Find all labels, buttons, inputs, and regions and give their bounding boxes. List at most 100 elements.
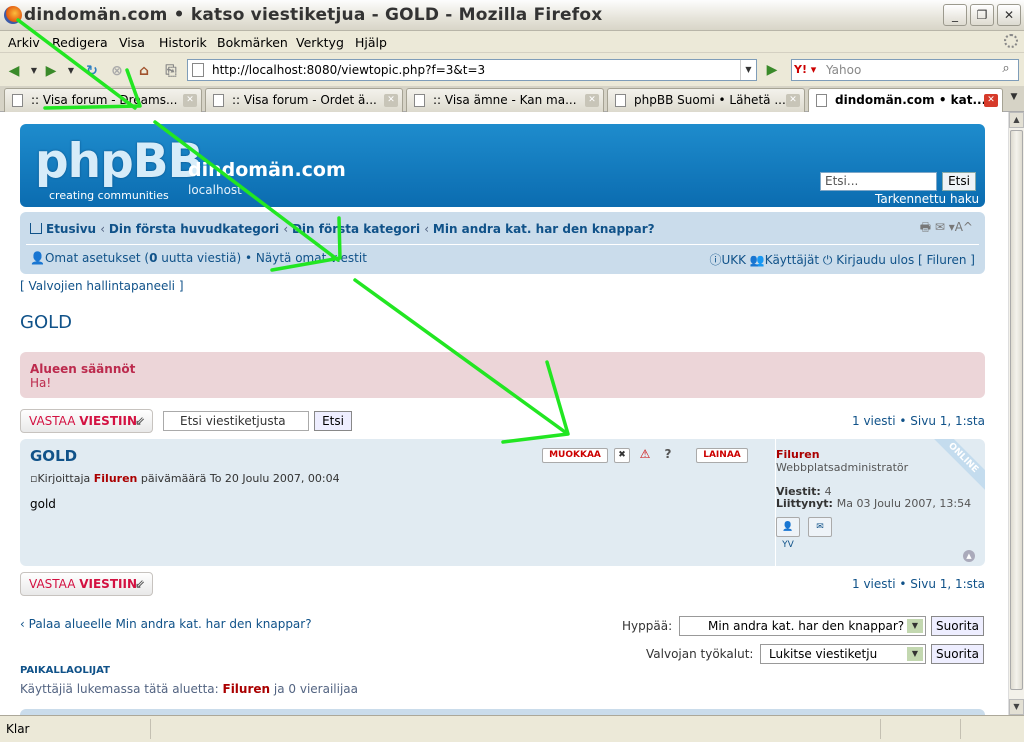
tab-close-icon[interactable]: ✕ (786, 94, 800, 107)
maximize-button[interactable]: ❐ (970, 4, 994, 26)
menu-historik[interactable]: Historik (159, 35, 207, 50)
members-icon: 👥 (749, 253, 765, 267)
user-settings-link[interactable]: Omat asetukset (45, 251, 141, 265)
tab-3[interactable]: :: Visa ämne - Kan ma... ✕ (406, 88, 604, 112)
page-tools-icons[interactable]: 🖶 ✉ ▾A^ (920, 218, 973, 239)
email-icon[interactable]: ✉ (808, 517, 832, 537)
post-reply-button-bottom[interactable]: VASTAA VIESTIIN ⇙ (20, 572, 153, 596)
mod-tools-submit-button[interactable]: Suorita (931, 644, 984, 664)
back-dropdown-icon[interactable]: ▼ (25, 62, 43, 80)
tab-2[interactable]: :: Visa forum - Ordet ä... ✕ (205, 88, 403, 112)
forward-dropdown-icon[interactable]: ▼ (62, 62, 80, 80)
post-author[interactable]: Filuren (94, 472, 138, 485)
crumb-forum[interactable]: Min andra kat. har den knappar? (433, 222, 655, 236)
wio-user[interactable]: Filuren (223, 682, 271, 696)
menu-verktyg[interactable]: Verktyg (296, 35, 344, 50)
breadcrumb: Etusivu ‹ Din första huvudkategori ‹ Din… (30, 222, 655, 236)
board-search-button[interactable]: Etsi (942, 172, 976, 191)
scroll-up-icon[interactable]: ▲ (1009, 112, 1024, 128)
jump-label: Hyppää: (622, 619, 673, 633)
reply-label-b: VIESTIIN (79, 577, 137, 591)
members-link[interactable]: Käyttäjät (765, 253, 819, 267)
status-text: Klar (6, 722, 30, 736)
address-bar[interactable]: http://localhost:8080/viewtopic.php?f=3&… (187, 59, 757, 81)
new-messages-label[interactable]: uutta viestiä (161, 251, 236, 265)
topic-title[interactable]: GOLD (20, 312, 72, 333)
tab-label: :: Visa ämne - Kan ma... (433, 93, 577, 107)
profile-username[interactable]: Filuren (776, 448, 820, 461)
tab-list-icon[interactable]: ▼ (1006, 92, 1022, 108)
magnifier-icon[interactable]: ⌕ (996, 61, 1016, 79)
menu-arkiv[interactable]: Arkiv (8, 35, 40, 50)
menu-visa[interactable]: Visa (119, 35, 145, 50)
vertical-scrollbar[interactable]: ▲ ▼ (1008, 112, 1024, 715)
tab-1[interactable]: :: Visa forum - Dreams... ✕ (4, 88, 202, 112)
close-button[interactable]: ✕ (997, 4, 1021, 26)
logout-link[interactable]: Kirjaudu ulos [ Filuren ] (836, 253, 975, 267)
jump-select[interactable]: Min andra kat. har den knappar? ▼ (679, 616, 926, 636)
go-icon[interactable]: ▶ (762, 60, 782, 80)
back-icon[interactable]: ◀ (5, 62, 23, 80)
back-to-forum-link[interactable]: ‹ Palaa alueelle Min andra kat. har den … (20, 617, 312, 631)
tab-label: :: Visa forum - Ordet ä... (232, 93, 377, 107)
status-bar: Klar (0, 715, 1024, 742)
menu-bokmarken[interactable]: Bokmärken (217, 35, 288, 50)
scroll-thumb[interactable] (1010, 130, 1023, 690)
tab-close-icon[interactable]: ✕ (183, 94, 197, 107)
quote-button[interactable]: LAINAA (696, 448, 748, 463)
edit-button[interactable]: MUOKKAA (542, 448, 608, 463)
report-icon[interactable]: ⚠ (637, 448, 653, 463)
mcp-link[interactable]: [ Valvojien hallintapaneeli ] (20, 279, 184, 293)
board-search-input[interactable]: Etsi... (820, 172, 937, 191)
home-icon[interactable]: ⌂ (135, 62, 153, 80)
info-icon[interactable]: ? (660, 448, 676, 463)
topic-search-input[interactable]: Etsi viestiketjusta (163, 411, 309, 431)
delete-icon[interactable]: ✖ (614, 448, 630, 463)
stop-icon[interactable]: ⊗ (108, 62, 126, 80)
faq-link[interactable]: UKK (721, 253, 746, 267)
tab-close-icon[interactable]: ✕ (384, 94, 398, 107)
reload-icon[interactable]: ↻ (83, 62, 101, 80)
menu-redigera[interactable]: Redigera (52, 35, 108, 50)
post-reply-button[interactable]: VASTAA VIESTIIN ⇙ (20, 409, 153, 433)
tab-label: phpBB Suomi • Lähetä ... (634, 93, 786, 107)
crumb-main-category[interactable]: Din första huvudkategori (109, 222, 279, 236)
jump-submit-button[interactable]: Suorita (931, 616, 984, 636)
profile-joined-label: Liittynyt: (776, 497, 837, 510)
tab-5-active[interactable]: dindomän.com • kat... ✕ (808, 88, 1003, 113)
bookmark-icon[interactable]: ⎘ (162, 62, 180, 80)
mod-tools-select[interactable]: Lukitse viestiketju ▼ (760, 644, 926, 664)
minimize-button[interactable]: _ (943, 4, 967, 26)
forward-icon[interactable]: ▶ (42, 62, 60, 80)
address-url: http://localhost:8080/viewtopic.php?f=3&… (212, 63, 486, 77)
post-title[interactable]: GOLD (30, 447, 77, 465)
advanced-search-link[interactable]: Tarkennettu haku (875, 192, 979, 206)
pagination-top[interactable]: 1 viesti • Sivu 1, 1:sta (852, 414, 985, 428)
tab-page-icon (12, 94, 23, 107)
topic-search-button[interactable]: Etsi (314, 411, 352, 431)
tab-4[interactable]: phpBB Suomi • Lähetä ... ✕ (607, 88, 805, 112)
tab-page-icon (615, 94, 626, 107)
menu-hjalp[interactable]: Hjälp (355, 35, 387, 50)
crumb-home[interactable]: Etusivu (46, 222, 96, 236)
pm-button[interactable]: 👤YV (776, 517, 800, 550)
own-posts-link[interactable]: Näytä omat viestit (256, 251, 367, 265)
back-to-top-icon[interactable]: ▲ (963, 550, 975, 562)
home-icon (30, 223, 42, 234)
tab-close-icon[interactable]: ✕ (585, 94, 599, 107)
new-messages-count[interactable]: 0 (149, 251, 157, 265)
rules-heading: Alueen säännöt (30, 362, 136, 376)
topic-search-placeholder: Etsi viestiketjusta (180, 414, 286, 428)
tab-close-icon[interactable]: ✕ (984, 94, 998, 107)
pagination-bottom[interactable]: 1 viesti • Sivu 1, 1:sta (852, 577, 985, 591)
board-header: phpBB creating communities dindomän.com … (20, 124, 985, 207)
yahoo-icon[interactable]: Y! ▾ (794, 62, 820, 78)
scroll-down-icon[interactable]: ▼ (1009, 699, 1024, 715)
post-date: päivämäärä To 20 Joulu 2007, 00:04 (137, 472, 340, 485)
address-dropdown-icon[interactable]: ▼ (740, 60, 756, 80)
crumb-category[interactable]: Din första kategori (292, 222, 420, 236)
site-description: localhost (188, 183, 242, 197)
divider (26, 244, 979, 245)
web-search-box[interactable]: Y! ▾ Yahoo ⌕ (791, 59, 1019, 81)
phpbb-logo[interactable]: phpBB (35, 138, 203, 185)
